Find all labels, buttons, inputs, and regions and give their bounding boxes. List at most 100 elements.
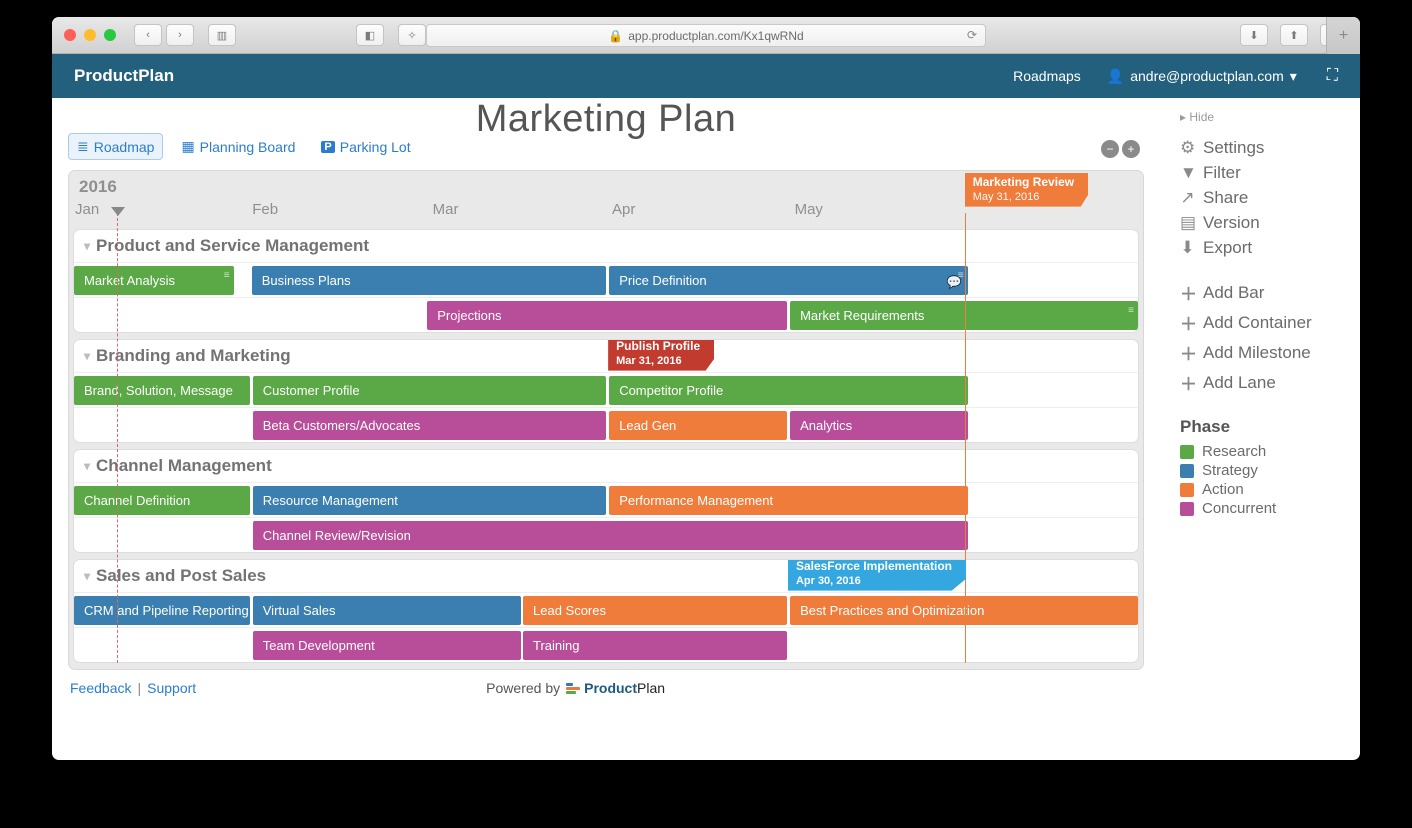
share-browser-icon[interactable]: ⬆ (1280, 24, 1308, 46)
browser-window: ‹ › ▥ ◧ ✧ ▲ 🔒 app.productplan.com/Kx1qwR… (52, 17, 1360, 760)
board-icon: ▦ (181, 138, 194, 155)
lane: Channel DefinitionResource ManagementPer… (74, 482, 1138, 517)
reload-icon[interactable]: ⟳ (967, 28, 977, 42)
support-link[interactable]: Support (147, 680, 196, 696)
swimlane: ▾Sales and Post SalesSalesForce Implemen… (73, 559, 1139, 663)
sidebar-item-label: Version (1203, 213, 1260, 233)
phase-concurrent[interactable]: Concurrent (1180, 500, 1340, 517)
roadmap-bar[interactable]: Beta Customers/Advocates (253, 411, 606, 440)
roadmap-bar[interactable]: Brand, Solution, Message (74, 376, 250, 405)
roadmap-bar[interactable]: Resource Management (253, 486, 606, 515)
sidebar-item-label: Share (1203, 188, 1248, 208)
back-button[interactable]: ‹ (134, 24, 162, 46)
sidebar-add-lane[interactable]: ＋Add Lane (1180, 370, 1340, 395)
nav-roadmaps[interactable]: Roadmaps (1013, 68, 1081, 84)
tab-planning-board[interactable]: ▦ Planning Board (173, 133, 303, 160)
roadmap-bar[interactable]: Lead Gen (609, 411, 787, 440)
new-tab-button[interactable]: + (1326, 17, 1360, 54)
roadmap-bar[interactable]: CRM and Pipeline Reporting (74, 596, 250, 625)
zoom-out-button[interactable]: − (1101, 140, 1119, 158)
lane: Brand, Solution, MessageCustomer Profile… (74, 372, 1138, 407)
timeline: 2016 JanFebMarAprMay ▾Product and Servic… (68, 170, 1144, 670)
roadmap-bar[interactable]: Competitor Profile (609, 376, 968, 405)
chevron-down-icon[interactable]: ▾ (84, 459, 90, 473)
roadmap-bar[interactable]: Channel Definition (74, 486, 250, 515)
swimlane-title: Channel Management (96, 456, 272, 476)
sidebar-item-label: Export (1203, 238, 1252, 258)
chevron-down-icon[interactable]: ▾ (84, 349, 90, 363)
phase-strategy[interactable]: Strategy (1180, 462, 1340, 479)
minimize-window[interactable] (84, 29, 96, 41)
sidebar-item-label: Add Milestone (1203, 343, 1311, 363)
grip-icon[interactable]: ≡ (1128, 305, 1134, 316)
reader-icon[interactable]: ◧ (356, 24, 384, 46)
milestone-flag[interactable]: Publish ProfileMar 31, 2016 (608, 339, 714, 371)
roadmap-bar[interactable]: Customer Profile (253, 376, 606, 405)
zoom-window[interactable] (104, 29, 116, 41)
milestone-flag[interactable]: SalesForce ImplementationApr 30, 2016 (788, 559, 966, 591)
month-label: Apr (612, 201, 635, 218)
view-tabs: ≣ Roadmap ▦ Planning Board P Parking Lot (68, 133, 419, 160)
tab-parking-lot[interactable]: P Parking Lot (313, 133, 418, 160)
sidebar-item-version[interactable]: ▤Version (1180, 213, 1340, 233)
phase-action[interactable]: Action (1180, 481, 1340, 498)
sidebar-add-bar[interactable]: ＋ Add Bar (1180, 280, 1340, 305)
sidebar-item-label: Add Bar (1203, 283, 1264, 303)
sidebar-item-settings[interactable]: ⚙Settings (1180, 138, 1340, 158)
roadmap-bar[interactable]: Channel Review/Revision (253, 521, 968, 550)
chevron-down-icon[interactable]: ▾ (84, 569, 90, 583)
plus-icon: ＋ (1180, 280, 1195, 305)
milestone-marketing-review[interactable]: Marketing ReviewMay 31, 2016 (965, 173, 1088, 207)
brand: ProductPlan (74, 66, 174, 86)
roadmap-bar[interactable]: Projections (427, 301, 787, 330)
chevron-down-icon[interactable]: ▾ (84, 239, 90, 253)
zoom-in-button[interactable]: + (1122, 140, 1140, 158)
traffic-lights[interactable] (64, 29, 116, 41)
address-bar[interactable]: 🔒 app.productplan.com/Kx1qwRNd ⟳ (426, 24, 986, 47)
download-icon[interactable]: ⬇ (1240, 24, 1268, 46)
sidebar-toggle[interactable]: ▥ (208, 24, 236, 46)
swimlane-title: Product and Service Management (96, 236, 369, 256)
user-icon: 👤 (1107, 68, 1124, 85)
sidebar-item-export[interactable]: ⬇ Export (1180, 238, 1340, 258)
lock-icon: 🔒 (608, 29, 623, 43)
user-menu[interactable]: 👤 andre@productplan.com ▾ (1107, 68, 1297, 85)
tab-roadmap-label: Roadmap (94, 139, 155, 155)
roadmap-bar[interactable]: Team Development (253, 631, 521, 660)
phase-label: Action (1202, 481, 1244, 498)
sidebar-item-share[interactable]: ↗Share (1180, 188, 1340, 208)
roadmap-bar[interactable]: Lead Scores (523, 596, 787, 625)
grip-icon[interactable]: ≡ (224, 270, 230, 281)
lane: Channel Review/Revision (74, 517, 1138, 552)
phase-research[interactable]: Research (1180, 443, 1340, 460)
feedback-link[interactable]: Feedback (70, 680, 131, 696)
filter-icon: ▼ (1180, 163, 1195, 183)
lane: ProjectionsMarket Requirements≡ (74, 297, 1138, 332)
phase-swatch (1180, 464, 1194, 478)
sidebar-add-container[interactable]: ＋ Add Container (1180, 310, 1340, 335)
comment-icon[interactable]: 💬 (947, 275, 962, 289)
roadmap-bar[interactable]: Performance Management (609, 486, 968, 515)
plus-icon: ＋ (1180, 310, 1195, 335)
roadmap-bar[interactable]: Market Analysis≡ (74, 266, 234, 295)
sidebar-item-filter[interactable]: ▼Filter (1180, 163, 1340, 183)
phase-label: Strategy (1202, 462, 1258, 479)
month-label: Feb (252, 201, 278, 218)
fullscreen-icon[interactable]: ⛶ (1327, 67, 1338, 85)
sidebar-item-label: Add Container (1203, 313, 1312, 333)
hide-sidebar[interactable]: ▸ Hide (1180, 110, 1340, 124)
caret-down-icon: ▾ (1290, 68, 1297, 85)
close-window[interactable] (64, 29, 76, 41)
tab-roadmap[interactable]: ≣ Roadmap (68, 133, 163, 160)
wand-icon[interactable]: ✧ (398, 24, 426, 46)
export-icon: ⬇ (1180, 238, 1195, 258)
roadmap-bar[interactable]: Price Definition≡💬 (609, 266, 968, 295)
sidebar-item-label: Settings (1203, 138, 1264, 158)
phase-header: Phase (1180, 417, 1340, 437)
roadmap-bar[interactable]: Training (523, 631, 787, 660)
forward-button[interactable]: › (166, 24, 194, 46)
roadmap-bar[interactable]: Analytics (790, 411, 968, 440)
sidebar-add-milestone[interactable]: ＋Add Milestone (1180, 340, 1340, 365)
roadmap-bar[interactable]: Virtual Sales (253, 596, 521, 625)
roadmap-bar[interactable]: Business Plans (252, 266, 606, 295)
